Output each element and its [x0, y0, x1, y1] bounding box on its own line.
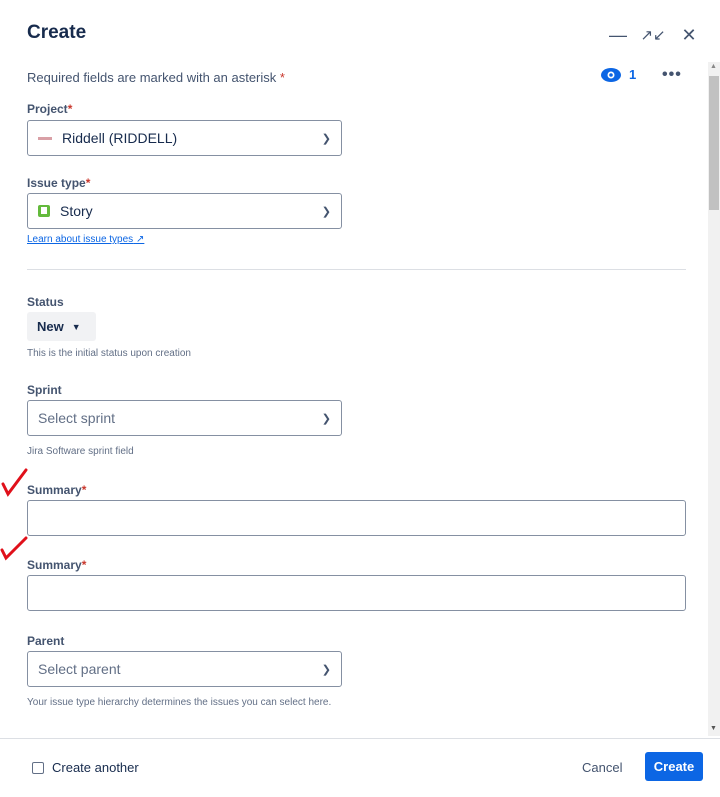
scroll-up-icon[interactable]: ▲ [710, 63, 717, 70]
asterisk: * [81, 483, 87, 497]
sprint-label: Sprint [27, 383, 62, 397]
status-dropdown[interactable]: New ▼ [27, 312, 96, 341]
chevron-down-icon: ❯ [321, 412, 331, 425]
divider [27, 269, 686, 270]
issue-type-label: Issue type* [27, 176, 90, 190]
required-note: Required fields are marked with an aster… [27, 70, 285, 85]
summary-label-text: Summary [27, 558, 82, 572]
summary-input[interactable] [27, 500, 686, 536]
create-another-checkbox[interactable]: Create another [32, 760, 139, 775]
minimize-icon[interactable]: — [607, 24, 629, 46]
asterisk: * [81, 558, 87, 572]
watcher-count: 1 [629, 67, 637, 82]
scroll-down-icon[interactable]: ▼ [710, 725, 717, 732]
create-button[interactable]: Create [645, 752, 703, 781]
dialog-footer: Create another Cancel Create [0, 738, 720, 797]
close-icon[interactable]: ✕ [678, 24, 700, 46]
parent-label: Parent [27, 634, 65, 648]
issue-type-value: Story [60, 203, 93, 219]
summary-label-text: Summary [27, 483, 82, 497]
chevron-down-icon: ❯ [321, 132, 331, 145]
dialog-title: Create [27, 22, 87, 43]
external-link-icon: ↗ [135, 234, 145, 245]
project-select[interactable]: Riddell (RIDDELL) ❯ [27, 120, 342, 156]
parent-help: Your issue type hierarchy determines the… [27, 697, 332, 708]
summary-input-2[interactable] [27, 575, 686, 611]
more-actions-icon[interactable]: ••• [662, 66, 682, 84]
project-value: Riddell (RIDDELL) [62, 130, 178, 146]
sprint-select[interactable]: Select sprint ❯ [27, 400, 342, 436]
create-another-label: Create another [52, 760, 139, 775]
chevron-down-icon: ▼ [71, 321, 81, 332]
eye-icon [601, 67, 621, 82]
chevron-down-icon: ❯ [321, 205, 331, 218]
project-label-text: Project [27, 102, 68, 116]
asterisk: * [279, 70, 285, 85]
link-text: Learn about issue types [27, 234, 134, 245]
status-label: Status [27, 295, 64, 309]
parent-placeholder: Select parent [38, 661, 121, 677]
asterisk: * [85, 176, 91, 190]
summary-label: Summary* [27, 483, 86, 497]
sprint-help: Jira Software sprint field [27, 446, 134, 457]
issue-type-select[interactable]: Story ❯ [27, 193, 342, 229]
collapse-icon[interactable]: ↗↙ [640, 24, 665, 46]
annotation-checkmarks-icon [0, 468, 28, 561]
project-avatar-icon [38, 136, 52, 140]
learn-issue-types-link[interactable]: Learn about issue types ↗ [27, 234, 144, 245]
sprint-placeholder: Select sprint [38, 410, 116, 426]
cancel-button[interactable]: Cancel [582, 760, 622, 775]
status-value: New [37, 319, 64, 334]
project-label: Project* [27, 102, 72, 116]
required-note-text: Required fields are marked with an aster… [27, 70, 277, 85]
chevron-down-icon: ❯ [321, 663, 331, 676]
scrollbar-thumb[interactable] [709, 76, 719, 210]
summary-label-2: Summary* [27, 558, 86, 572]
watch-button[interactable]: 1 [601, 67, 636, 82]
checkbox-icon[interactable] [32, 761, 44, 774]
parent-select[interactable]: Select parent ❯ [27, 651, 342, 687]
issue-type-label-text: Issue type [27, 176, 86, 190]
story-icon [38, 205, 50, 217]
asterisk: * [67, 102, 73, 116]
status-help: This is the initial status upon creation [27, 348, 191, 359]
